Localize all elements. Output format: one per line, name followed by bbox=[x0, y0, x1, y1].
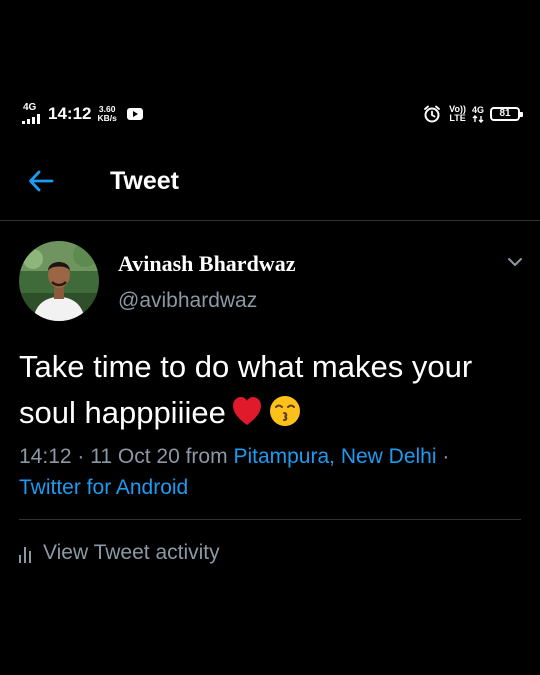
speed-unit: KB/s bbox=[97, 113, 117, 123]
data-network-label: 4G bbox=[471, 104, 484, 115]
meta-separator-2: · bbox=[442, 445, 450, 468]
avatar[interactable] bbox=[19, 241, 99, 321]
data-arrows-icon bbox=[472, 114, 484, 123]
tweet-meta: 14:12 · 11 Oct 20 from Pitampura, New De… bbox=[19, 441, 529, 503]
page-title: Tweet bbox=[110, 167, 179, 195]
view-tweet-activity-button[interactable]: View Tweet activity bbox=[19, 538, 220, 568]
author-name[interactable]: Avinash Bhardwaz bbox=[118, 251, 295, 277]
volte-bottom: LTE bbox=[449, 113, 466, 123]
tweet-date: 11 Oct 20 bbox=[90, 445, 180, 468]
meta-separator: · bbox=[77, 445, 85, 468]
divider bbox=[19, 519, 521, 520]
battery-level: 81 bbox=[499, 108, 511, 119]
status-time: 14:12 bbox=[48, 104, 92, 123]
status-bar: 4G 14:12 3.60 KB/s Vo)) LTE 4G 81 bbox=[22, 96, 523, 132]
media-icon bbox=[126, 108, 143, 120]
app-header: Tweet bbox=[0, 150, 540, 221]
tweet-text: Take time to do what makes your soul hap… bbox=[19, 344, 519, 436]
arrow-left-icon bbox=[29, 170, 54, 192]
tweet-source-link[interactable]: Twitter for Android bbox=[19, 476, 188, 499]
chevron-down-icon bbox=[508, 258, 522, 266]
view-tweet-activity-label: View Tweet activity bbox=[43, 541, 220, 564]
tweet-location-link[interactable]: Pitampura, New Delhi bbox=[233, 445, 436, 468]
author-handle[interactable]: @avibhardwaz bbox=[118, 288, 257, 314]
red-heart-icon bbox=[232, 397, 261, 425]
bar-chart-icon bbox=[19, 547, 31, 563]
battery-icon: 81 bbox=[490, 107, 523, 121]
tweet-menu-button[interactable] bbox=[504, 251, 526, 273]
tweet-time: 14:12 bbox=[19, 445, 72, 468]
back-button[interactable] bbox=[26, 166, 56, 196]
kissing-face-icon bbox=[269, 396, 300, 426]
volte-indicator: Vo)) LTE bbox=[449, 105, 466, 123]
avatar-photo bbox=[19, 241, 99, 321]
alarm-icon bbox=[424, 105, 441, 123]
network-speed: 3.60 KB/s bbox=[97, 105, 116, 123]
signal-icon: 4G bbox=[22, 103, 44, 125]
data-network-indicator: 4G bbox=[471, 104, 484, 123]
status-bar-left: 4G 14:12 3.60 KB/s bbox=[22, 96, 143, 132]
from-label: from bbox=[185, 445, 228, 468]
network-type: 4G bbox=[23, 102, 37, 113]
status-bar-right: Vo)) LTE 4G 81 bbox=[423, 96, 523, 132]
